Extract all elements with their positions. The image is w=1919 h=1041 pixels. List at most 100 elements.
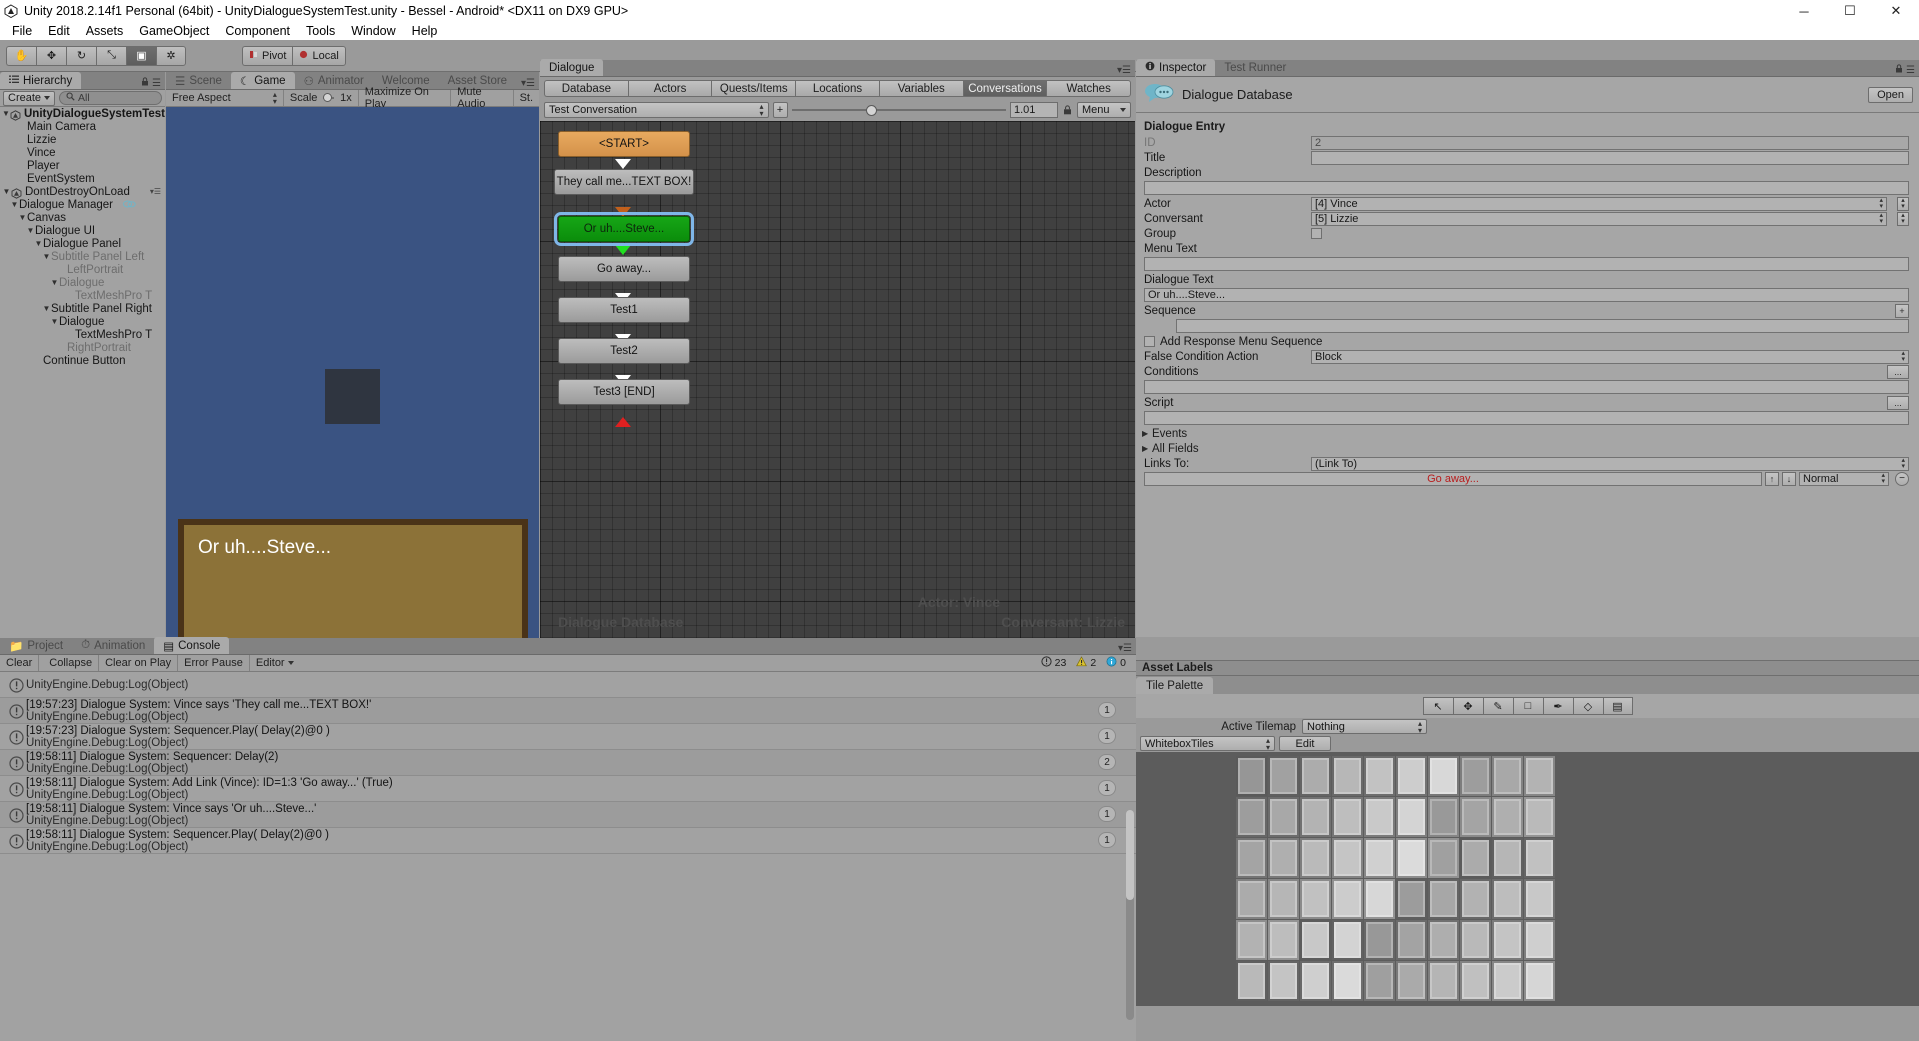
- open-button[interactable]: Open: [1868, 86, 1913, 103]
- eraser-tool-button[interactable]: ◇: [1572, 697, 1603, 715]
- tile-cell[interactable]: [1396, 797, 1427, 837]
- tab-tile-palette[interactable]: Tile Palette: [1136, 677, 1214, 694]
- console-log-row[interactable]: UnityEngine.Debug:Log(Object): [0, 672, 1136, 698]
- menu-assets[interactable]: Assets: [78, 22, 132, 40]
- hierarchy-item-dialogue-ui[interactable]: ▼ Dialogue UI: [0, 224, 165, 237]
- clear-button[interactable]: Clear: [0, 655, 40, 671]
- hierarchy-item-dialogue-manager[interactable]: ▼ Dialogue Manager: [0, 198, 165, 211]
- hierarchy-item-rightportrait[interactable]: RightPortrait: [0, 341, 165, 354]
- add-conversation-button[interactable]: +: [772, 102, 788, 118]
- console-log-row[interactable]: [19:58:11] Dialogue System: Sequencer: D…: [0, 750, 1136, 776]
- hamburger-icon[interactable]: ☰: [152, 78, 161, 89]
- dialogue-tab-variables[interactable]: Variables: [878, 80, 963, 97]
- chevron-down-icon[interactable]: ▼: [34, 239, 43, 248]
- node-start[interactable]: <START>: [558, 131, 690, 157]
- hamburger-icon[interactable]: ▾☰: [1117, 65, 1131, 76]
- aspect-dropdown[interactable]: Free Aspect ▴ ▾: [166, 90, 284, 106]
- tile-cell[interactable]: [1492, 756, 1523, 796]
- hierarchy-item-textmeshpro-t[interactable]: TextMeshPro T: [0, 328, 165, 341]
- tile-cell[interactable]: [1364, 756, 1395, 796]
- tile-cell[interactable]: [1396, 879, 1427, 919]
- conditions-input[interactable]: [1144, 380, 1909, 394]
- tile-cell[interactable]: [1396, 838, 1427, 878]
- hierarchy-tree[interactable]: ▼ UnityDialogueSystemTest Main Camera Lizzi…: [0, 107, 165, 673]
- hamburger-icon[interactable]: ▾☰: [1118, 643, 1132, 654]
- console-log-row[interactable]: [19:57:23] Dialogue System: Vince says '…: [0, 698, 1136, 724]
- node-go-away[interactable]: Go away...: [558, 256, 690, 282]
- warning-count-badge[interactable]: 2: [1072, 655, 1100, 671]
- stats-toggle[interactable]: St.: [514, 90, 539, 106]
- tile-cell[interactable]: [1524, 756, 1555, 796]
- menu-window[interactable]: Window: [343, 22, 403, 40]
- tile-cell[interactable]: [1332, 961, 1363, 1001]
- node-test1[interactable]: Test1: [558, 297, 690, 323]
- dialogue-tab-conversations[interactable]: Conversations: [962, 80, 1047, 97]
- hierarchy-item-leftportrait[interactable]: LeftPortrait: [0, 263, 165, 276]
- tab-animation[interactable]: ⏱ Animation: [72, 637, 154, 654]
- chevron-down-icon[interactable]: ▼: [50, 278, 59, 287]
- group-checkbox[interactable]: [1311, 228, 1322, 239]
- console-log-row[interactable]: [19:58:11] Dialogue System: Add Link (Vi…: [0, 776, 1136, 802]
- tile-cell[interactable]: [1524, 838, 1555, 878]
- move-tool-button[interactable]: ✥: [1452, 697, 1483, 715]
- chevron-down-icon[interactable]: ▼: [26, 226, 35, 235]
- console-log-list[interactable]: UnityEngine.Debug:Log(Object) [19:57:23] …: [0, 672, 1136, 1041]
- active-tilemap-dropdown[interactable]: Nothing ▴ ▾: [1302, 719, 1427, 734]
- dialogue-text-input[interactable]: Or uh....Steve...: [1144, 288, 1909, 302]
- chevron-down-icon[interactable]: ▼: [10, 200, 19, 209]
- tab-test-runner[interactable]: Test Runner: [1215, 59, 1295, 76]
- lock-icon[interactable]: [1062, 104, 1073, 116]
- move-tool-button[interactable]: ✥: [36, 45, 66, 66]
- tile-cell[interactable]: [1396, 961, 1427, 1001]
- hierarchy-item-textmeshpro-t[interactable]: TextMeshPro T: [0, 289, 165, 302]
- tile-cell[interactable]: [1524, 879, 1555, 919]
- link-entry-name[interactable]: Go away...: [1144, 471, 1762, 486]
- tile-cell[interactable]: [1492, 838, 1523, 878]
- tile-cell[interactable]: [1428, 797, 1459, 837]
- tab-animator[interactable]: ⚇ Animator: [295, 72, 373, 89]
- hierarchy-search-input[interactable]: All: [59, 91, 162, 105]
- scale-knob[interactable]: [323, 93, 333, 102]
- sequence-add-button[interactable]: +: [1895, 303, 1909, 318]
- dialogue-tab-locations[interactable]: Locations: [795, 80, 879, 97]
- tile-cell[interactable]: [1236, 797, 1267, 837]
- error-pause-toggle[interactable]: Error Pause: [178, 655, 250, 671]
- tile-cell[interactable]: [1524, 920, 1555, 960]
- close-button[interactable]: ✕: [1873, 0, 1919, 22]
- inspector-tab-menu[interactable]: ☰: [1895, 64, 1915, 76]
- sequence-input[interactable]: [1176, 319, 1909, 333]
- hierarchy-item-eventsystem[interactable]: EventSystem: [0, 172, 165, 185]
- tile-palette-canvas[interactable]: [1136, 752, 1919, 1006]
- error-count-badge[interactable]: 0: [1102, 655, 1130, 671]
- pivot-toggle-button[interactable]: Pivot: [242, 45, 293, 66]
- chevron-down-icon[interactable]: ▼: [2, 187, 11, 196]
- collapse-toggle[interactable]: Collapse: [43, 655, 100, 671]
- conversant-stepper[interactable]: ▴ ▾: [1897, 211, 1909, 226]
- hierarchy-item-main-camera[interactable]: Main Camera: [0, 120, 165, 133]
- hand-tool-button[interactable]: ✋: [6, 45, 36, 66]
- transform-tool-button[interactable]: ✲: [156, 45, 186, 66]
- tile-cell[interactable]: [1428, 920, 1459, 960]
- node-they-call-me[interactable]: They call me...TEXT BOX!: [554, 169, 694, 195]
- link-remove-button[interactable]: −: [1895, 471, 1909, 486]
- link-priority-dropdown[interactable]: Normal ▴ ▾: [1799, 471, 1889, 486]
- hierarchy-item-dialogue[interactable]: ▼ Dialogue: [0, 315, 165, 328]
- tile-cell[interactable]: [1428, 961, 1459, 1001]
- tile-cell[interactable]: [1428, 879, 1459, 919]
- tile-cell[interactable]: [1492, 920, 1523, 960]
- tile-cell[interactable]: [1332, 920, 1363, 960]
- tile-cell[interactable]: [1396, 920, 1427, 960]
- add-response-checkbox[interactable]: [1144, 336, 1155, 347]
- chevron-down-icon[interactable]: ▼: [2, 109, 10, 118]
- hierarchy-item-subtitle-panel-right[interactable]: ▼ Subtitle Panel Right: [0, 302, 165, 315]
- editor-dropdown[interactable]: Editor: [250, 655, 300, 671]
- tab-hierarchy[interactable]: Hierarchy: [0, 72, 82, 89]
- tile-cell[interactable]: [1268, 920, 1299, 960]
- chevron-down-icon[interactable]: ▼: [18, 213, 27, 222]
- hierarchy-item-unitydialoguesystemtest[interactable]: ▼ UnityDialogueSystemTest: [0, 107, 165, 121]
- tile-cell[interactable]: [1460, 920, 1491, 960]
- tile-cell[interactable]: [1268, 961, 1299, 1001]
- hierarchy-item-dialogue[interactable]: ▼ Dialogue: [0, 276, 165, 289]
- mute-audio-toggle[interactable]: Mute Audio: [451, 86, 514, 110]
- tile-cell[interactable]: [1300, 961, 1331, 1001]
